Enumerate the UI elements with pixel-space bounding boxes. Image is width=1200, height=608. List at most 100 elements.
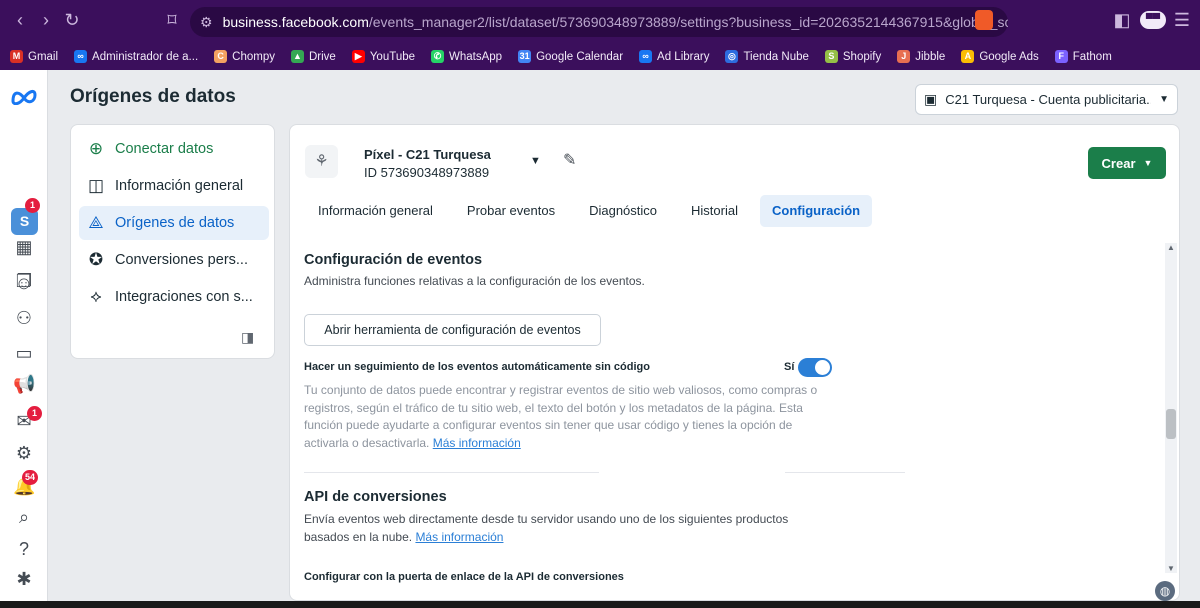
sidebar-item-data-sources[interactable]: ⟁ Orígenes de datos	[79, 206, 269, 240]
ads-icon[interactable]: 📢	[13, 373, 35, 395]
meta-icon: ∞	[639, 50, 653, 63]
bookmark-item[interactable]: J Jibble	[897, 50, 945, 63]
bookmark-item[interactable]: ◎ Tienda Nube	[725, 50, 809, 63]
bookmark-label: Google Calendar	[536, 50, 624, 63]
sidebar-item-overview[interactable]: ◫ Información general	[79, 169, 269, 203]
sidebar-item-connect-data[interactable]: ⊕ Conectar datos	[79, 132, 269, 166]
bookmark-item[interactable]: ∞ Ad Library	[639, 50, 709, 63]
search-icon[interactable]: ⌕	[13, 506, 35, 528]
auto-tracking-desc-text: Tu conjunto de datos puede encontrar y r…	[304, 383, 818, 450]
bookmark-label: Drive	[308, 50, 336, 63]
tab-history[interactable]: Historial	[679, 195, 750, 227]
taskbar	[0, 601, 1200, 608]
brave-shield-icon[interactable]	[975, 10, 993, 30]
address-bar[interactable]: ⚙ business.facebook.com/events_manager2/…	[190, 7, 1008, 37]
sidebar-item-integrations[interactable]: ⟡ Integraciones con s...	[79, 280, 269, 314]
edit-pencil-icon[interactable]: ✎	[563, 150, 576, 170]
forward-icon[interactable]: ›	[34, 10, 58, 31]
ad-account-icon: ▣	[924, 91, 938, 107]
bookmark-item[interactable]: 31 Google Calendar	[518, 50, 623, 63]
private-window-icon[interactable]: ▀▀	[1140, 11, 1166, 29]
bookmark-label: Gmail	[28, 50, 59, 63]
tiendanube-icon: ◎	[725, 50, 739, 63]
globe-icon[interactable]: ◍	[1155, 581, 1175, 601]
site-settings-icon[interactable]: ⚙	[200, 14, 213, 31]
whatsapp-icon: ✆	[431, 50, 445, 63]
sidebar-item-custom-conversions[interactable]: ✪ Conversiones pers...	[79, 243, 269, 277]
tab-diagnostics[interactable]: Diagnóstico	[577, 195, 669, 227]
create-button[interactable]: Crear ▼	[1088, 147, 1166, 179]
table-icon[interactable]: ▦	[13, 236, 35, 258]
create-button-label: Crear	[1101, 155, 1136, 171]
googleads-icon: A	[961, 50, 975, 63]
gateway-setup-label: Configurar con la puerta de enlace de la…	[304, 571, 624, 583]
chevron-down-icon: ▼	[1143, 158, 1153, 168]
billing-icon[interactable]: ▭	[13, 342, 35, 364]
bookmark-item[interactable]: ▶ YouTube	[351, 50, 415, 63]
back-icon[interactable]: ‹	[8, 10, 32, 31]
catalog-icon[interactable]: ❐	[13, 270, 35, 292]
pixel-name: Píxel - C21 Turquesa	[364, 147, 491, 162]
account-name: C21 Turquesa - Cuenta publicitaria...	[945, 92, 1152, 107]
event-config-title: Configuración de eventos	[304, 252, 483, 268]
tab-settings[interactable]: Configuración	[759, 195, 873, 227]
bookmark-item[interactable]: F Fathom	[1054, 50, 1112, 63]
bookmark-label: Fathom	[1072, 50, 1112, 63]
settings-icon[interactable]: ⚙	[13, 442, 35, 464]
gmail-icon: M	[10, 50, 23, 63]
reload-icon[interactable]: ↻	[60, 10, 84, 31]
auto-tracking-label: Hacer un seguimiento de los eventos auto…	[304, 361, 650, 373]
url-host: business.facebook.com	[222, 14, 369, 30]
section-divider	[304, 472, 599, 473]
sidebar-panel: ⊕ Conectar datos ◫ Información general ⟁…	[70, 124, 275, 359]
main-panel: ⚘ Píxel - C21 Turquesa ID 57369034897388…	[289, 124, 1180, 601]
collapse-sidebar-icon[interactable]: ◨	[241, 329, 254, 346]
tab-overview[interactable]: Información general	[306, 195, 445, 227]
inbox-badge: 1	[27, 406, 42, 421]
bookmark-label: Shopify	[842, 50, 882, 63]
bookmark-label: Jibble	[915, 50, 946, 63]
pixel-dropdown-icon[interactable]: ▼	[530, 155, 541, 167]
chompy-icon: C	[214, 50, 228, 63]
bookmark-item[interactable]: C Chompy	[214, 50, 275, 63]
help-icon[interactable]: ?	[13, 538, 35, 560]
auto-tracking-toggle[interactable]	[798, 358, 832, 377]
browser-toolbar: ‹ › ↻ ⌑ ⚙ business.facebook.com/events_m…	[0, 0, 1200, 43]
url-path: /events_manager2/list/dataset/5736903489…	[368, 14, 1008, 30]
fathom-icon: F	[1054, 50, 1068, 63]
audiences-icon[interactable]: ⚇	[13, 307, 35, 329]
account-selector[interactable]: ▣ C21 Turquesa - Cuenta publicitaria... …	[915, 84, 1178, 115]
open-event-setup-button[interactable]: Abrir herramienta de configuración de ev…	[304, 314, 601, 346]
notifications-badge: 1	[25, 198, 40, 213]
event-config-desc: Administra funciones relativas a la conf…	[304, 274, 645, 288]
meta-logo-icon[interactable]	[10, 87, 38, 105]
menu-icon[interactable]: ☰	[1170, 10, 1194, 31]
sidebar-item-label: Integraciones con s...	[115, 289, 253, 305]
bookmark-item[interactable]: ✆ WhatsApp	[431, 50, 502, 63]
youtube-icon: ▶	[351, 50, 365, 63]
bug-report-icon[interactable]: ✱	[13, 568, 35, 590]
calendar-icon: 31	[518, 50, 532, 63]
star-circle-icon: ✪	[88, 250, 104, 269]
scroll-up-icon[interactable]: ▲	[1165, 243, 1177, 252]
page-title: Orígenes de datos	[70, 86, 236, 107]
bookmark-item[interactable]: M Gmail	[10, 50, 58, 63]
bookmark-icon[interactable]: ⌑	[160, 10, 184, 31]
scrollbar-thumb[interactable]	[1166, 409, 1176, 439]
toggle-state-label: Sí	[784, 361, 795, 373]
bookmark-item[interactable]: ∞ Administrador de a...	[74, 50, 198, 63]
bookmark-item[interactable]: ▲ Drive	[290, 50, 336, 63]
api-more-info-link[interactable]: Más información	[415, 530, 503, 544]
scroll-down-icon[interactable]: ▼	[1165, 564, 1177, 573]
sidebar-item-label: Conversiones pers...	[115, 252, 248, 268]
settings-content: Configuración de eventos Administra func…	[290, 241, 1179, 600]
bookmark-item[interactable]: S Shopify	[824, 50, 882, 63]
tab-test-events[interactable]: Probar eventos	[455, 195, 567, 227]
bookmark-item[interactable]: A Google Ads	[961, 50, 1039, 63]
scrollbar[interactable]: ▲ ▼	[1165, 243, 1177, 573]
more-info-link[interactable]: Más información	[433, 436, 521, 450]
shopify-icon: S	[824, 50, 838, 63]
sidebar-toggle-icon[interactable]: ◧	[1110, 10, 1134, 31]
api-desc-text: Envía eventos web directamente desde tu …	[304, 512, 789, 544]
alerts-badge: 54	[22, 470, 39, 485]
